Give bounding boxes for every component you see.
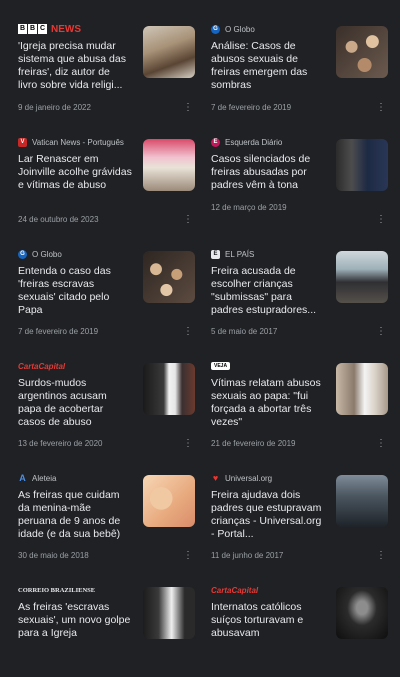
- more-options-icon[interactable]: ⋮: [183, 215, 193, 225]
- universal-icon: ♥: [212, 473, 219, 483]
- article-date: 12 de março de 2019: [211, 203, 287, 212]
- esquerda-icon: E: [211, 137, 220, 147]
- news-card[interactable]: G O Globo Entenda o caso das 'freiras es…: [10, 229, 203, 341]
- source-name: Aleteia: [32, 473, 57, 483]
- article-title[interactable]: Entenda o caso das 'freiras escravas sex…: [18, 265, 132, 317]
- more-options-icon[interactable]: ⋮: [183, 439, 193, 449]
- article-thumbnail[interactable]: [336, 139, 388, 191]
- article-title[interactable]: As freiras 'escravas sexuais', um novo g…: [18, 601, 132, 640]
- more-options-icon[interactable]: ⋮: [376, 215, 386, 225]
- article-date: 30 de maio de 2018: [18, 551, 89, 560]
- more-options-icon[interactable]: ⋮: [183, 551, 193, 561]
- more-options-icon[interactable]: ⋮: [376, 551, 386, 561]
- more-options-icon[interactable]: ⋮: [183, 327, 193, 337]
- article-date: 11 de junho de 2017: [211, 551, 284, 560]
- article-title[interactable]: 'Igreja precisa mudar sistema que abusa …: [18, 40, 132, 92]
- article-title[interactable]: Freira acusada de escolher crianças "sub…: [211, 265, 325, 317]
- source-name: Vatican News - Português: [32, 137, 124, 147]
- news-card[interactable]: E EL PAÍS Freira acusada de escolher cri…: [203, 229, 396, 341]
- article-thumbnail[interactable]: [143, 26, 195, 78]
- article-thumbnail[interactable]: [336, 475, 388, 527]
- article-title[interactable]: Vítimas relatam abusos sexuais ao papa: …: [211, 377, 325, 429]
- correio-logo: CORREIO BRAZILIENSE: [18, 586, 96, 594]
- article-title[interactable]: Internatos católicos suíços torturavam e…: [211, 601, 325, 640]
- article-date: 13 de fevereiro de 2020: [18, 439, 103, 448]
- aleteia-icon: A: [19, 473, 26, 483]
- more-options-icon[interactable]: ⋮: [376, 439, 386, 449]
- more-options-icon[interactable]: ⋮: [183, 103, 193, 113]
- article-date: 24 de outubro de 2023: [18, 215, 99, 224]
- article-title[interactable]: Análise: Casos de abusos sexuais de frei…: [211, 40, 325, 92]
- cartacapital-logo: CartaCapital: [18, 361, 66, 371]
- article-title[interactable]: As freiras que cuidam da menina-mãe peru…: [18, 489, 132, 541]
- article-thumbnail[interactable]: [336, 363, 388, 415]
- source-name: Esquerda Diário: [225, 137, 283, 147]
- article-date: 7 de fevereiro de 2019: [211, 103, 292, 112]
- news-card[interactable]: ♥ Universal.org Freira ajudava dois padr…: [203, 453, 396, 565]
- article-thumbnail[interactable]: [143, 475, 195, 527]
- bbc-logo: BBC: [18, 24, 47, 34]
- article-date: 21 de fevereiro de 2019: [211, 439, 296, 448]
- source-name: O Globo: [225, 24, 255, 34]
- globo-icon: G: [211, 24, 220, 34]
- article-title[interactable]: Surdos-mudos argentinos acusam papa de a…: [18, 377, 132, 429]
- article-thumbnail[interactable]: [336, 26, 388, 78]
- news-card[interactable]: A Aleteia As freiras que cuidam da menin…: [10, 453, 203, 565]
- article-thumbnail[interactable]: [143, 139, 195, 191]
- more-options-icon[interactable]: ⋮: [376, 103, 386, 113]
- news-card[interactable]: CORREIO BRAZILIENSE As freiras 'escravas…: [10, 565, 203, 677]
- news-card[interactable]: CartaCapital Internatos católicos suíços…: [203, 565, 396, 677]
- article-title[interactable]: Casos silenciados de freiras abusadas po…: [211, 153, 325, 192]
- cartacapital-logo: CartaCapital: [211, 585, 259, 595]
- article-thumbnail[interactable]: [143, 587, 195, 639]
- globo-icon: G: [18, 249, 27, 259]
- news-card[interactable]: E Esquerda Diário Casos silenciados de f…: [203, 117, 396, 229]
- article-date: 5 de maio de 2017: [211, 327, 278, 336]
- news-card[interactable]: VEJA Vítimas relatam abusos sexuais ao p…: [203, 341, 396, 453]
- article-thumbnail[interactable]: [336, 587, 388, 639]
- article-title[interactable]: Lar Renascer em Joinville acolhe grávida…: [18, 153, 132, 192]
- article-date: 7 de fevereiro de 2019: [18, 327, 99, 336]
- news-grid: BBC NEWS 'Igreja precisa mudar sistema q…: [0, 0, 400, 677]
- article-thumbnail[interactable]: [143, 363, 195, 415]
- news-card[interactable]: V Vatican News - Português Lar Renascer …: [10, 117, 203, 229]
- source-name: EL PAÍS: [225, 249, 255, 259]
- more-options-icon[interactable]: ⋮: [376, 327, 386, 337]
- source-name: O Globo: [32, 249, 62, 259]
- vatican-icon: V: [18, 137, 27, 147]
- elpais-icon: E: [211, 249, 220, 259]
- news-card[interactable]: BBC NEWS 'Igreja precisa mudar sistema q…: [10, 0, 203, 117]
- news-card[interactable]: G O Globo Análise: Casos de abusos sexua…: [203, 0, 396, 117]
- article-thumbnail[interactable]: [336, 251, 388, 303]
- article-thumbnail[interactable]: [143, 251, 195, 303]
- source-name: NEWS: [51, 23, 81, 35]
- news-card[interactable]: CartaCapital Surdos-mudos argentinos acu…: [10, 341, 203, 453]
- article-date: 9 de janeiro de 2022: [18, 103, 91, 112]
- veja-logo: VEJA: [211, 362, 231, 370]
- article-title[interactable]: Freira ajudava dois padres que estuprava…: [211, 489, 325, 541]
- source-name: Universal.org: [225, 473, 273, 483]
